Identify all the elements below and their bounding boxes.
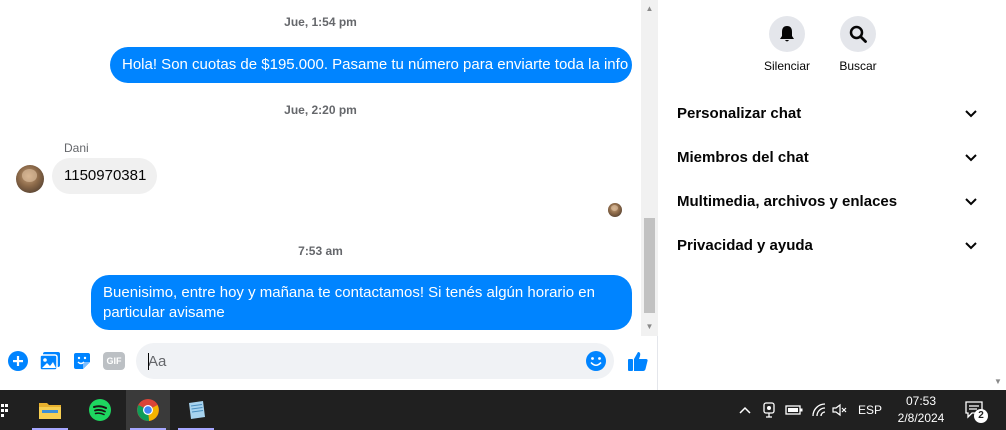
gif-label: GIF (103, 352, 125, 370)
mute-label: Silenciar (763, 59, 811, 73)
scroll-down-icon[interactable]: ▼ (994, 377, 1002, 386)
scroll-thumb[interactable] (644, 218, 655, 313)
section-media-files-links[interactable]: Multimedia, archivos y enlaces (677, 189, 977, 213)
sender-name: Dani (64, 141, 89, 155)
mute-button[interactable]: Silenciar (752, 16, 822, 73)
timestamp: Jue, 2:20 pm (284, 103, 357, 117)
clock[interactable]: 07:53 2/8/2024 (886, 393, 956, 427)
incoming-message[interactable]: 1150970381 (52, 158, 157, 194)
section-title: Privacidad y ayuda (677, 236, 813, 254)
section-title: Miembros del chat (677, 148, 809, 166)
section-privacy-help[interactable]: Privacidad y ayuda (677, 233, 977, 257)
outgoing-message[interactable]: Hola! Son cuotas de $195.000. Pasame tu … (110, 47, 632, 83)
message-list[interactable]: Jue, 1:54 pm Hola! Son cuotas de $195.00… (0, 0, 641, 336)
notification-badge: 2 (974, 409, 988, 423)
battery-icon[interactable] (784, 390, 804, 430)
message-input-wrap (136, 343, 614, 379)
chevron-down-icon (965, 193, 977, 210)
search-button[interactable]: Buscar (823, 16, 893, 73)
wifi-icon[interactable] (810, 390, 828, 430)
text-caret (148, 353, 149, 370)
taskbar: ESP 07:53 2/8/2024 2 (0, 390, 1006, 430)
plus-icon[interactable] (7, 350, 29, 372)
spotify-icon[interactable] (78, 390, 122, 430)
section-title: Multimedia, archivos y enlaces (677, 192, 898, 210)
message-line: particular avisame (103, 304, 225, 321)
messenger-window: Jue, 1:54 pm Hola! Son cuotas de $195.00… (0, 0, 1006, 390)
gallery-icon[interactable] (39, 350, 61, 372)
volume-muted-icon[interactable] (831, 390, 849, 430)
thumbs-up-icon[interactable] (626, 350, 650, 372)
section-chat-members[interactable]: Miembros del chat (677, 145, 977, 169)
scroll-up-icon[interactable]: ▲ (641, 2, 658, 16)
sticker-icon[interactable] (71, 350, 93, 372)
language-indicator[interactable]: ESP (856, 390, 884, 430)
timestamp: Jue, 1:54 pm (284, 15, 357, 29)
conversation-info-panel: Silenciar Buscar Personalizar chat Miemb… (659, 0, 1006, 390)
outgoing-message[interactable]: Buenisimo, entre hoy y mañana te contact… (91, 275, 632, 330)
webcam-icon[interactable] (760, 390, 778, 430)
chevron-down-icon (965, 237, 977, 254)
timestamp: 7:53 am (298, 244, 343, 258)
bell-icon (769, 16, 805, 52)
chevron-down-icon (965, 105, 977, 122)
file-explorer-icon[interactable] (28, 390, 72, 430)
chevron-down-icon (965, 149, 977, 166)
chrome-icon[interactable] (126, 390, 170, 430)
composer-bar: GIF (0, 336, 658, 390)
clock-time: 07:53 (905, 394, 937, 408)
gif-icon[interactable]: GIF (102, 350, 126, 372)
section-title: Personalizar chat (677, 104, 802, 122)
chat-pane: Jue, 1:54 pm Hola! Son cuotas de $195.00… (0, 0, 658, 390)
search-icon (840, 16, 876, 52)
clock-date: 2/8/2024 (897, 411, 945, 425)
task-view-icon[interactable] (0, 390, 10, 430)
message-input[interactable] (148, 343, 578, 379)
info-scrollbar[interactable]: ▼ (991, 0, 1006, 390)
seen-receipt-avatar (608, 203, 622, 217)
chat-scrollbar[interactable]: ▲ ▼ (641, 0, 658, 336)
section-customize-chat[interactable]: Personalizar chat (677, 101, 977, 125)
emoji-icon[interactable] (585, 350, 607, 372)
notification-center-button[interactable]: 2 (960, 390, 990, 430)
chevron-up-icon[interactable] (736, 390, 754, 430)
search-label: Buscar (839, 59, 877, 73)
avatar[interactable] (16, 165, 44, 193)
scroll-down-icon[interactable]: ▼ (641, 320, 658, 334)
notepad-icon[interactable] (174, 390, 218, 430)
message-line: Buenisimo, entre hoy y mañana te contact… (103, 284, 595, 301)
